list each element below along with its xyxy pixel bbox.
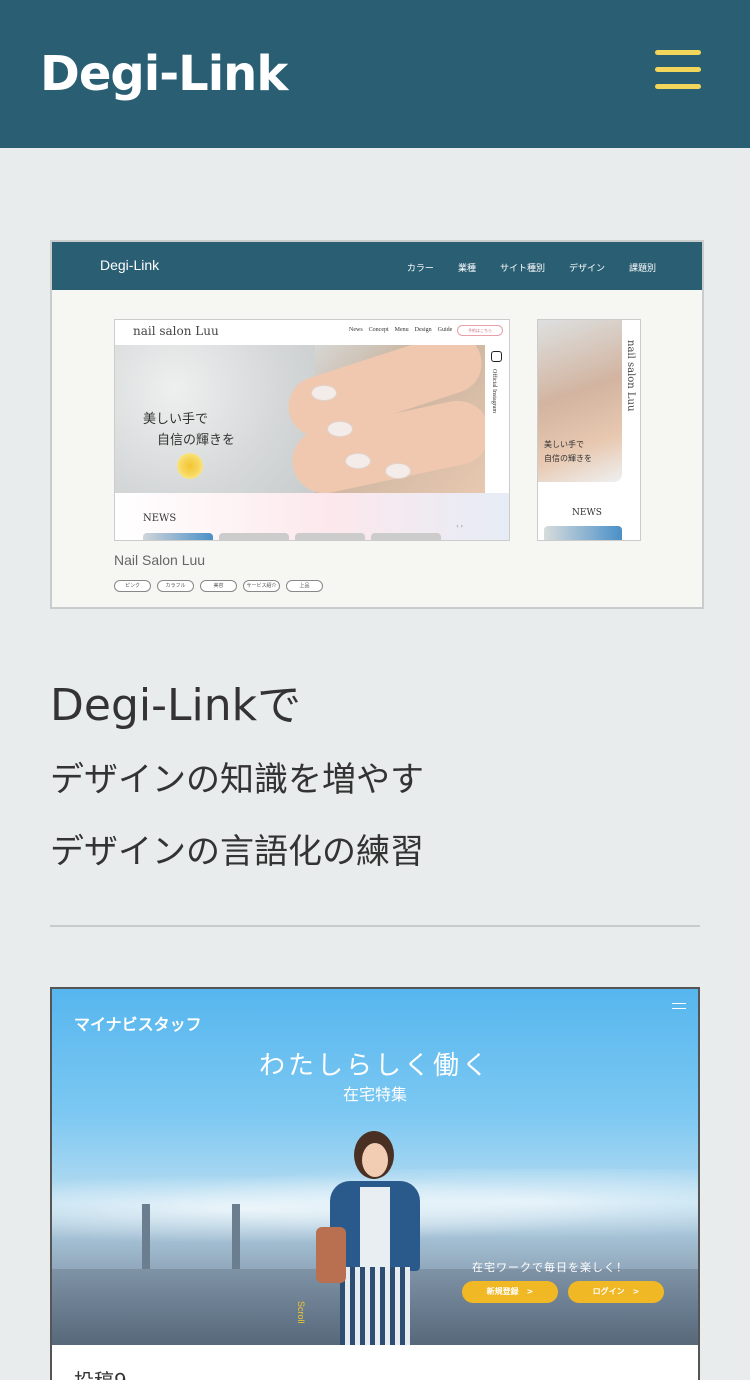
site-caption: Nail Salon Luu: [114, 552, 206, 568]
screenshot-slider-arrows: ‹ ›: [456, 523, 463, 530]
hamburger-menu-icon[interactable]: [655, 50, 701, 90]
figure-shirt: [360, 1187, 390, 1267]
tag-chip[interactable]: サービス紹介: [243, 580, 280, 592]
screenshot-news-area: NEWS ‹ ›: [115, 493, 509, 540]
post-title[interactable]: 投稿9: [74, 1365, 127, 1380]
news-thumb: [143, 533, 213, 540]
screenshot-menu-item: Guide: [437, 327, 453, 333]
mobile-logo: nail salon Luu: [625, 340, 636, 412]
preview-nav-logo: Degi-Link: [100, 257, 160, 273]
screenshot-menu-item: Design: [414, 327, 432, 333]
preview-nav-menu: カラー 業種 サイト種別 デザイン 課題別: [407, 261, 656, 274]
screenshot-reserve-button: 予約はこちら: [457, 325, 503, 336]
news-thumb: [371, 533, 441, 540]
desktop-screenshot: nail salon Luu News Concept Menu Design …: [114, 319, 510, 541]
woman-figure: [316, 1131, 430, 1345]
screenshot-sidebar: Official Instagram: [485, 345, 509, 493]
tagline-line: 自信の輝きを: [544, 454, 592, 463]
nail-shape: [327, 421, 353, 437]
brand-logo: マイナビスタッフ: [74, 1015, 202, 1034]
scroll-hint: Scroll: [296, 1301, 306, 1324]
intro-line: デザインの知識を増やす: [50, 760, 424, 800]
flower-icon: [177, 453, 203, 479]
post-image-subheadline: 在宅特集: [342, 1085, 407, 1104]
intro-title: Degi-Linkで: [50, 680, 302, 731]
news-thumb: [295, 533, 365, 540]
post-card[interactable]: マイナビスタッフ わたしらしく働く 在宅特集 在宅ワークで毎日を楽しく！ 新規登…: [50, 987, 700, 1380]
nail-shape: [345, 453, 371, 469]
section-divider: [50, 925, 700, 927]
tag-chip[interactable]: カラフル: [157, 580, 194, 592]
figure-face: [362, 1143, 388, 1177]
preview-nav-item: カラー: [406, 263, 434, 273]
instagram-icon: [491, 351, 502, 362]
tagline-line: 美しい手で: [544, 440, 584, 449]
screenshot-tagline: 美しい手で 自信の輝きを: [143, 409, 235, 451]
tagline-line: 美しい手で: [143, 412, 209, 427]
mobile-news-label: NEWS: [572, 508, 602, 518]
intro-line: デザインの言語化の練習: [50, 832, 424, 872]
hamburger-bar: [655, 67, 701, 72]
login-button: ログイン >: [568, 1281, 664, 1303]
signup-button: 新規登録 >: [462, 1281, 558, 1303]
tag-chip[interactable]: 上品: [286, 580, 323, 592]
nail-shape: [311, 385, 337, 401]
screenshot-menu: News Concept Menu Design Guide: [349, 327, 452, 333]
screenshot-news-thumbs: [143, 533, 441, 540]
hamburger-bar: [655, 50, 701, 55]
hamburger-bar: [655, 84, 701, 89]
tagline-line: 自信の輝きを: [157, 433, 236, 448]
tag-chip[interactable]: 美容: [200, 580, 237, 592]
tag-chip[interactable]: ピンク: [114, 580, 151, 592]
featured-site-card[interactable]: Degi-Link カラー 業種 サイト種別 デザイン 課題別 nail sal…: [50, 240, 704, 609]
preview-nav-item: デザイン: [568, 263, 605, 273]
preview-nav-bar: Degi-Link カラー 業種 サイト種別 デザイン 課題別: [52, 242, 702, 290]
screenshot-hero-image: 美しい手で 自信の輝きを: [115, 345, 487, 493]
screenshot-menu-item: Concept: [368, 327, 389, 333]
nail-shape: [385, 463, 411, 479]
post-image-cta-text: 在宅ワークで毎日を楽しく！: [472, 1261, 628, 1274]
screenshot-news-label: NEWS: [143, 513, 177, 524]
post-image-headline: わたしらしく働く: [258, 1051, 491, 1081]
figure-bag: [316, 1227, 346, 1283]
preview-nav-item: サイト種別: [499, 263, 545, 273]
figure-skirt: [340, 1267, 410, 1345]
mobile-news-thumb: [544, 526, 622, 540]
site-logo[interactable]: Degi-Link: [40, 44, 288, 104]
mobile-screenshot: nail salon Luu 美しい手で 自信の輝きを NEWS: [537, 319, 641, 541]
site-tags: ピンク カラフル 美容 サービス紹介 上品: [114, 580, 323, 592]
preview-nav-item: 業種: [457, 263, 476, 273]
post-thumbnail[interactable]: マイナビスタッフ わたしらしく働く 在宅特集 在宅ワークで毎日を楽しく！ 新規登…: [52, 989, 698, 1345]
site-header: Degi-Link: [0, 0, 750, 148]
preview-nav-item: 課題別: [628, 263, 656, 273]
screenshot-topbar: nail salon Luu News Concept Menu Design …: [115, 320, 509, 345]
screenshot-menu-item: Menu: [394, 327, 409, 333]
screenshot-logo: nail salon Luu: [133, 324, 219, 338]
screenshot-menu-item: News: [349, 327, 363, 333]
news-thumb: [219, 533, 289, 540]
mobile-tagline: 美しい手で 自信の輝きを: [544, 438, 592, 466]
screenshot-sidebar-text: Official Instagram: [491, 369, 497, 414]
menu-icon: [672, 1003, 686, 1009]
